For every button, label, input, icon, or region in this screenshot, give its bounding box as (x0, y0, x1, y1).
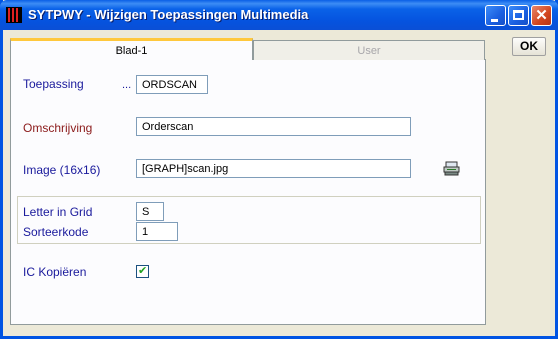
checkmark-icon: ✔ (138, 264, 148, 277)
scanner-icon[interactable] (443, 161, 461, 177)
image-label: Image (16x16) (23, 163, 101, 177)
sorteerkode-label: Sorteerkode (23, 225, 89, 239)
omschrijving-field[interactable]: Orderscan (136, 117, 411, 136)
maximize-button[interactable] (508, 5, 529, 26)
toepassing-field[interactable]: ORDSCAN (136, 75, 208, 94)
tab-user[interactable]: User (253, 40, 485, 60)
toepassing-lookup-dots[interactable]: ... (122, 79, 131, 91)
close-button[interactable]: ✕ (531, 5, 552, 26)
close-icon: ✕ (535, 7, 548, 24)
ic-kopieren-label: IC Kopiëren (23, 265, 87, 279)
tab-blad-1[interactable]: Blad-1 (10, 38, 253, 60)
omschrijving-label: Omschrijving (23, 121, 93, 135)
toepassing-label: Toepassing (23, 77, 84, 91)
letter-in-grid-label: Letter in Grid (23, 205, 93, 219)
tab-panel (10, 59, 486, 325)
app-icon (6, 7, 22, 23)
minimize-button[interactable] (485, 5, 506, 26)
image-field[interactable]: [GRAPH]scan.jpg (136, 159, 411, 178)
letter-in-grid-field[interactable]: S (136, 202, 164, 221)
title-bar[interactable]: SYTPWY - Wijzigen Toepassingen Multimedi… (0, 0, 558, 30)
ic-kopieren-checkbox[interactable]: ✔ (136, 264, 149, 278)
sorteerkode-field[interactable]: 1 (136, 222, 178, 241)
minimize-icon (486, 6, 505, 25)
maximize-icon (509, 6, 528, 25)
ok-button[interactable]: OK (512, 37, 546, 56)
window-title: SYTPWY - Wijzigen Toepassingen Multimedi… (28, 7, 309, 22)
